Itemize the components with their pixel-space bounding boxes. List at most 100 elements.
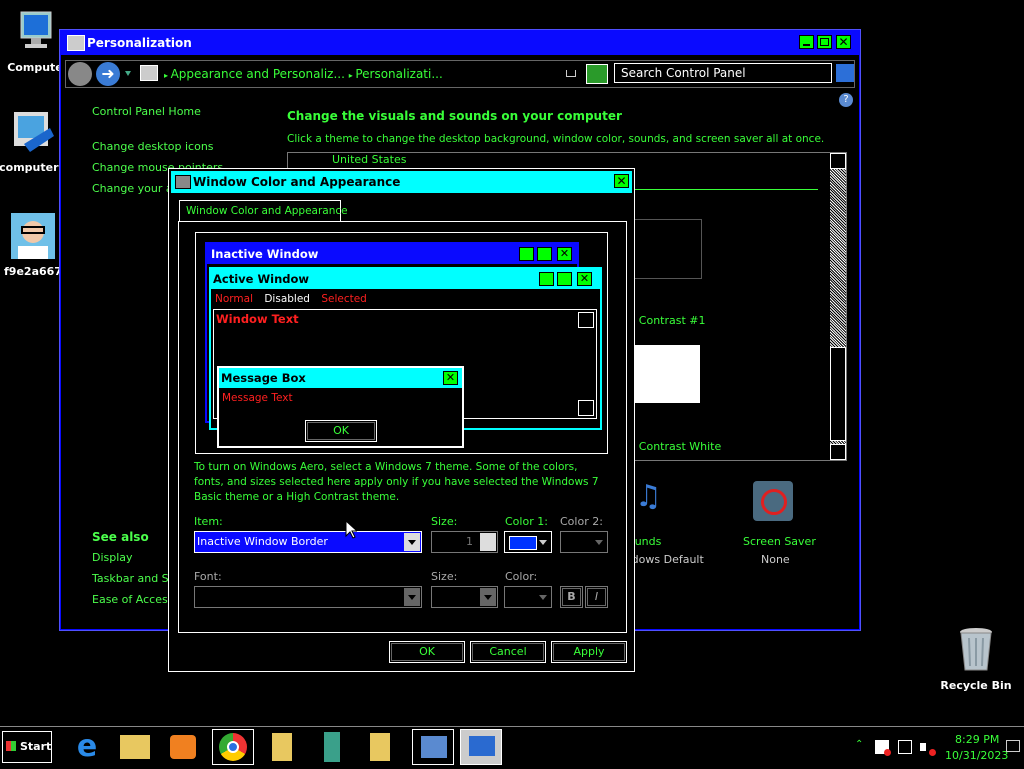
start-button[interactable]: Start [2, 731, 52, 763]
tab-label: Window Color and Appearance [186, 205, 348, 217]
refresh-button[interactable] [586, 64, 608, 84]
personalization-taskbar-icon[interactable] [460, 729, 502, 765]
minimize-button[interactable] [799, 35, 814, 49]
maximize-button[interactable] [817, 35, 832, 49]
clock-time[interactable]: 8:29 PM [955, 733, 999, 746]
size-spinner[interactable]: 1 [431, 531, 498, 553]
chevron-down-icon[interactable] [404, 533, 420, 551]
chevron-down-icon[interactable] [480, 588, 496, 606]
preview-msgbox-text: Message Text [222, 392, 293, 404]
theme-thumbnail-hcwhite[interactable] [628, 345, 700, 403]
tab-window-color[interactable]: Window Color and Appearance [179, 200, 348, 222]
dialog-close-button[interactable]: ✕ [614, 174, 629, 188]
recent-pages-dropdown-icon[interactable] [125, 71, 131, 76]
color1-picker[interactable] [504, 531, 552, 553]
door-app-icon[interactable] [312, 729, 354, 765]
clock-date[interactable]: 10/31/2023 [945, 749, 1008, 762]
control-panel-taskbar-icon[interactable] [412, 729, 454, 765]
file-explorer-icon[interactable] [114, 729, 156, 765]
theme-list-scrollbar[interactable] [830, 153, 846, 460]
chevron-down-icon[interactable] [595, 540, 603, 545]
preview-active-titlebar: Active Window ✕ [211, 269, 600, 289]
preview-active-max-icon [557, 272, 572, 286]
back-button[interactable] [68, 62, 92, 86]
dialog-titlebar[interactable]: Window Color and Appearance ✕ [171, 171, 632, 193]
dialog-title: Window Color and Appearance [193, 175, 401, 189]
action-center-icon[interactable] [875, 740, 891, 756]
search-input[interactable]: Search Control Panel [621, 66, 746, 80]
media-player-icon[interactable] [162, 729, 204, 765]
color1-swatch [509, 536, 537, 550]
folder-icon[interactable] [262, 729, 304, 765]
personalization-window-icon [67, 35, 85, 51]
spinner-down-icon[interactable] [480, 542, 496, 551]
preview-message-box[interactable]: Message Box ✕ Message Text OK [217, 366, 464, 448]
network-icon[interactable] [898, 740, 912, 754]
cancel-button[interactable]: Cancel [470, 641, 546, 663]
search-field[interactable]: Search Control Panel [614, 63, 832, 83]
italic-button[interactable]: I [585, 586, 608, 608]
preview-inactive-close-icon: ✕ [557, 247, 572, 261]
search-icon[interactable] [836, 64, 854, 82]
color2-label: Color 2: [560, 515, 603, 528]
volume-muted-icon[interactable] [920, 740, 936, 756]
desktop-icon-network[interactable]: computer-l [0, 108, 68, 174]
font-color-label: Color: [505, 570, 538, 583]
font-size-select[interactable] [431, 586, 498, 608]
font-label: Font: [194, 570, 222, 583]
ok-button[interactable]: OK [389, 641, 465, 663]
size-spinner-value: 1 [466, 535, 473, 548]
breadcrumb-item-personalization[interactable]: Personalizati... [355, 67, 442, 81]
apply-button[interactable]: Apply [551, 641, 627, 663]
desktop-icon-recycle-bin[interactable]: Recycle Bin [940, 624, 1012, 692]
preview-area[interactable]: Inactive Window ✕ Active Window ✕ Normal… [195, 232, 608, 454]
screen-saver-icon [753, 481, 793, 521]
sounds-icon: ♫ [635, 479, 662, 514]
item-select-value: Inactive Window Border [197, 535, 328, 548]
scroll-down-button[interactable] [830, 444, 846, 460]
help-icon[interactable]: ? [839, 93, 853, 107]
chevron-down-icon[interactable] [404, 588, 420, 606]
desktop-icon-label: computer-l [0, 161, 67, 174]
color2-picker[interactable] [560, 531, 608, 553]
internet-explorer-icon[interactable]: e [66, 729, 108, 765]
font-color-picker[interactable] [504, 586, 552, 608]
desktop-icon-photo[interactable]: f9e2a667 [0, 212, 68, 278]
item-select[interactable]: Inactive Window Border [194, 531, 422, 553]
screen-saver-title[interactable]: Screen Saver [743, 535, 816, 548]
change-desktop-icons-link[interactable]: Change desktop icons [92, 140, 214, 153]
show-desktop-icon[interactable] [1006, 740, 1020, 752]
chevron-down-icon[interactable] [539, 595, 547, 600]
close-button[interactable]: ✕ [836, 35, 851, 49]
personalization-titlebar[interactable]: Personalization ✕ [61, 31, 859, 55]
address-dropdown-icon[interactable] [566, 70, 576, 77]
folder-2-icon[interactable] [360, 729, 402, 765]
preview-msgbox-titlebar: Message Box ✕ [219, 368, 462, 388]
preview-menu-selected: Selected [321, 293, 367, 305]
chrome-icon[interactable] [212, 729, 254, 765]
spinner-up-icon[interactable] [480, 533, 496, 542]
display-link[interactable]: Display [92, 551, 133, 564]
screen-saver-item[interactable]: Screen Saver None [735, 479, 816, 569]
person-photo-icon [0, 212, 68, 263]
breadcrumb-item-appearance[interactable]: Appearance and Personaliz... [171, 67, 345, 81]
forward-button[interactable]: ➜ [96, 62, 120, 86]
bold-button[interactable]: B [560, 586, 583, 608]
start-label: Start [20, 740, 52, 753]
color1-label: Color 1: [505, 515, 548, 528]
scroll-thumb[interactable] [830, 347, 846, 441]
address-bar: ➜ ▸ Appearance and Personaliz... ▸ Perso… [65, 60, 855, 88]
font-select[interactable] [194, 586, 422, 608]
preview-active-close-icon: ✕ [577, 272, 592, 286]
chevron-down-icon[interactable] [539, 540, 547, 545]
preview-scroll-up [578, 312, 594, 328]
show-hidden-icons[interactable]: ⌃ [855, 739, 863, 750]
item-label: Item: [194, 515, 223, 528]
preview-active-min-icon [539, 272, 554, 286]
theme-thumbnail-hc1[interactable] [628, 219, 702, 279]
preview-active-title: Active Window [213, 272, 310, 286]
scroll-up-button[interactable] [830, 153, 846, 169]
preview-window-text: Window Text [216, 312, 299, 326]
preview-msgbox-title: Message Box [221, 371, 306, 385]
control-panel-home-link[interactable]: Control Panel Home [92, 105, 201, 118]
